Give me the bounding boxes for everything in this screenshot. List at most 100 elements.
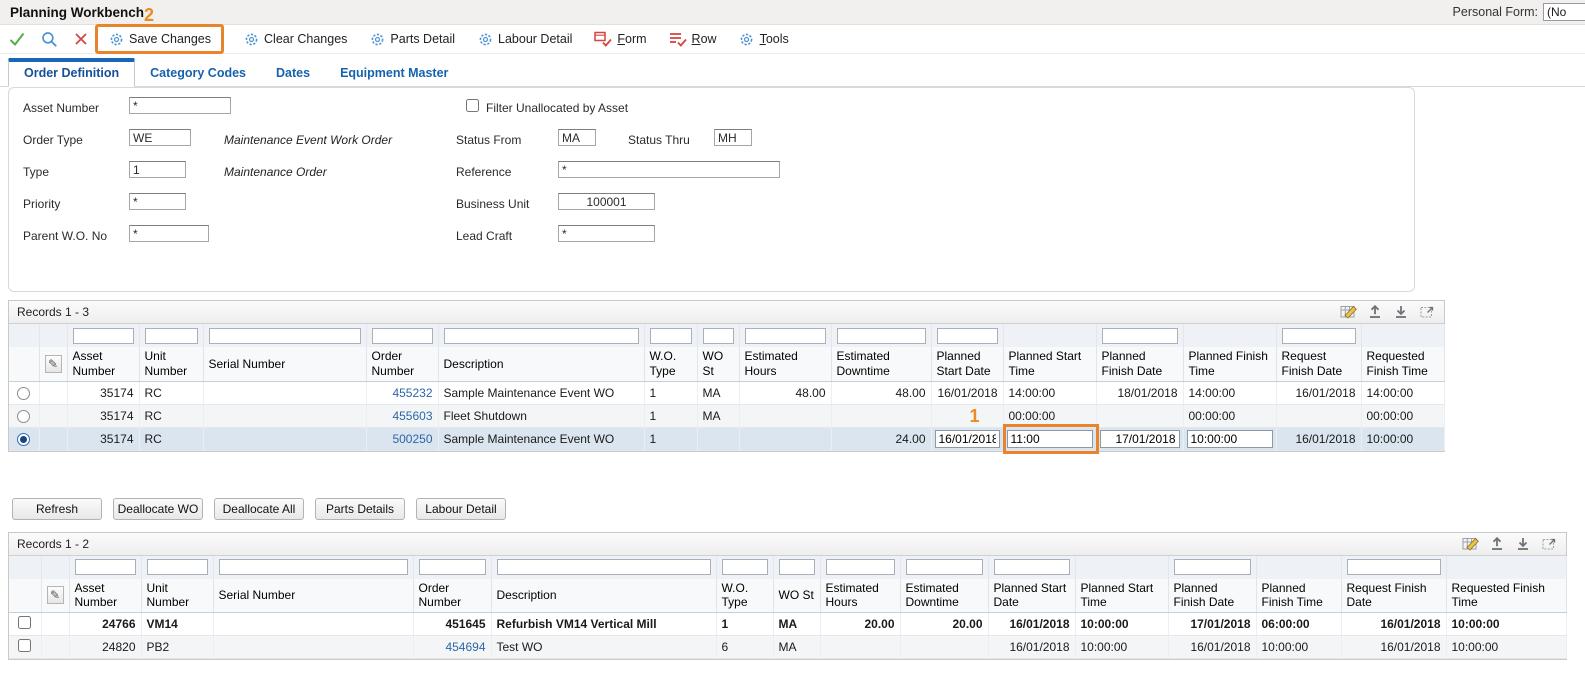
- tools-menu[interactable]: Tools: [733, 29, 795, 49]
- tab-dates[interactable]: Dates: [261, 59, 325, 86]
- pencil-icon[interactable]: ✎: [45, 355, 62, 373]
- col-header-request-finish-date[interactable]: Request Finish Date: [1276, 347, 1361, 381]
- filter-input[interactable]: [209, 328, 361, 344]
- col-header-planned-start-time[interactable]: Planned Start Time: [1075, 579, 1168, 613]
- col-header-wo-st[interactable]: WO St: [697, 347, 739, 381]
- row-select-radio[interactable]: [17, 433, 30, 446]
- parts-detail-button[interactable]: Parts Detail: [363, 29, 461, 49]
- lead-craft-field[interactable]: [558, 225, 655, 242]
- col-header-planned-finish-date[interactable]: Planned Finish Date: [1168, 579, 1256, 613]
- col-header-order-number[interactable]: Order Number: [366, 347, 438, 381]
- customize-grid-icon[interactable]: [1340, 303, 1358, 321]
- col-header-estimated-downtime[interactable]: Estimated Downtime: [831, 347, 931, 381]
- tab-category-codes[interactable]: Category Codes: [135, 59, 261, 86]
- col-header-serial-number[interactable]: Serial Number: [213, 579, 413, 613]
- row-select-radio[interactable]: [17, 387, 30, 400]
- order-number-link[interactable]: 454694: [445, 640, 485, 654]
- filter-input[interactable]: [219, 559, 408, 575]
- col-header-wo-type[interactable]: W.O. Type: [716, 579, 773, 613]
- refresh-button[interactable]: Refresh: [12, 498, 102, 520]
- row-select-radio[interactable]: [17, 410, 30, 423]
- type-field[interactable]: [129, 161, 186, 178]
- col-header-estimated-hours[interactable]: Estimated Hours: [739, 347, 831, 381]
- tab-order-definition[interactable]: Order Definition: [8, 58, 135, 87]
- filter-unallocated-checkbox[interactable]: [466, 99, 479, 112]
- pencil-icon[interactable]: ✎: [47, 586, 64, 604]
- col-header-unit-number[interactable]: Unit Number: [139, 347, 203, 381]
- import-grid-icon[interactable]: [1514, 535, 1532, 553]
- parts-details-button[interactable]: Parts Details: [315, 498, 405, 520]
- parent-wo-no-field[interactable]: [129, 225, 209, 242]
- filter-input[interactable]: [1174, 559, 1251, 575]
- row-select-checkbox[interactable]: [18, 616, 31, 629]
- col-header-planned-start-date[interactable]: Planned Start Date: [988, 579, 1075, 613]
- col-header-planned-finish-date[interactable]: Planned Finish Date: [1096, 347, 1183, 381]
- confirm-icon[interactable]: [6, 28, 28, 50]
- filter-input[interactable]: [994, 559, 1070, 575]
- filter-input[interactable]: [147, 559, 208, 575]
- col-header-requested-finish-time[interactable]: Requested Finish Time: [1361, 347, 1444, 381]
- tab-equipment-master[interactable]: Equipment Master: [325, 59, 463, 86]
- col-header-asset-number[interactable]: Asset Number: [67, 347, 139, 381]
- filter-input[interactable]: [745, 328, 826, 344]
- filter-input[interactable]: [1102, 328, 1178, 344]
- col-header-planned-finish-time[interactable]: Planned Finish Time: [1183, 347, 1276, 381]
- export-grid-icon[interactable]: [1366, 303, 1384, 321]
- expand-grid-icon[interactable]: [1540, 535, 1558, 553]
- priority-field[interactable]: [129, 193, 186, 210]
- customize-grid-icon[interactable]: [1462, 535, 1480, 553]
- order-number-link[interactable]: 500250: [392, 432, 432, 446]
- col-header-request-finish-date[interactable]: Request Finish Date: [1341, 579, 1446, 613]
- filter-input[interactable]: [779, 559, 815, 575]
- filter-input[interactable]: [826, 559, 895, 575]
- filter-input[interactable]: [1282, 328, 1356, 344]
- filter-input[interactable]: [75, 559, 136, 575]
- filter-input[interactable]: [650, 328, 692, 344]
- expand-grid-icon[interactable]: [1418, 303, 1436, 321]
- planned-start-date-input[interactable]: [935, 430, 1000, 448]
- form-menu[interactable]: Form: [588, 29, 652, 49]
- col-header-wo-type[interactable]: W.O. Type: [644, 347, 697, 381]
- filter-input[interactable]: [372, 328, 433, 344]
- col-header-planned-finish-time[interactable]: Planned Finish Time: [1256, 579, 1341, 613]
- col-header-order-number[interactable]: Order Number: [413, 579, 491, 613]
- status-from-field[interactable]: [558, 129, 596, 146]
- filter-input[interactable]: [906, 559, 983, 575]
- filter-input[interactable]: [444, 328, 639, 344]
- col-header-estimated-downtime[interactable]: Estimated Downtime: [900, 579, 988, 613]
- labour-detail-button[interactable]: Labour Detail: [471, 29, 578, 49]
- asset-number-field[interactable]: [129, 97, 231, 114]
- row-select-checkbox[interactable]: [18, 639, 31, 652]
- filter-input[interactable]: [937, 328, 998, 344]
- planned-finish-date-input[interactable]: [1100, 430, 1180, 448]
- status-thru-field[interactable]: [714, 129, 752, 146]
- col-header-description[interactable]: Description: [438, 347, 644, 381]
- col-header-asset-number[interactable]: Asset Number: [69, 579, 141, 613]
- col-header-wo-st[interactable]: WO St: [773, 579, 820, 613]
- row-menu[interactable]: Row: [663, 29, 723, 49]
- col-header-planned-start-date[interactable]: Planned Start Date: [931, 347, 1003, 381]
- save-changes-button[interactable]: Save Changes 2: [102, 29, 217, 49]
- filter-input[interactable]: [837, 328, 926, 344]
- filter-input[interactable]: [73, 328, 134, 344]
- col-header-estimated-hours[interactable]: Estimated Hours: [820, 579, 900, 613]
- import-grid-icon[interactable]: [1392, 303, 1410, 321]
- col-header-description[interactable]: Description: [491, 579, 716, 613]
- planned-finish-time-input[interactable]: [1187, 430, 1273, 448]
- labour-detail-button[interactable]: Labour Detail: [416, 498, 506, 520]
- filter-input[interactable]: [497, 559, 711, 575]
- col-header-unit-number[interactable]: Unit Number: [141, 579, 213, 613]
- order-type-field[interactable]: [129, 129, 191, 146]
- planned-start-time-input[interactable]: [1007, 430, 1093, 448]
- order-number-link[interactable]: 455603: [392, 409, 432, 423]
- clear-changes-button[interactable]: Clear Changes: [237, 29, 353, 49]
- col-header-serial-number[interactable]: Serial Number: [203, 347, 366, 381]
- export-grid-icon[interactable]: [1488, 535, 1506, 553]
- find-icon[interactable]: [38, 28, 60, 50]
- personal-form-select[interactable]: (No: [1543, 3, 1585, 21]
- filter-input[interactable]: [145, 328, 198, 344]
- filter-input[interactable]: [703, 328, 734, 344]
- col-header-planned-start-time[interactable]: Planned Start Time: [1003, 347, 1096, 381]
- col-header-requested-finish-time[interactable]: Requested Finish Time: [1446, 579, 1566, 613]
- deallocate-all-button[interactable]: Deallocate All: [214, 498, 304, 520]
